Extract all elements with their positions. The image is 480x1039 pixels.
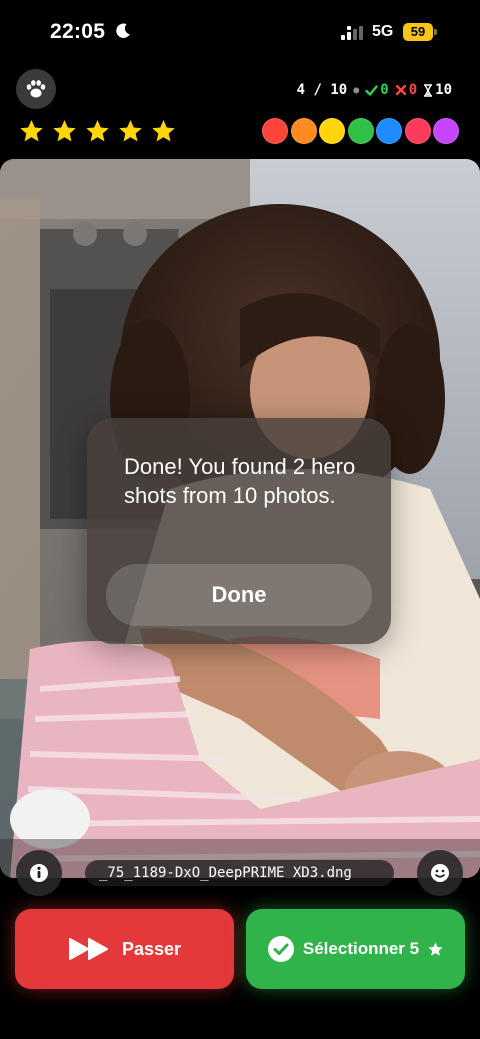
star-icon[interactable] xyxy=(51,118,78,145)
info-icon xyxy=(30,864,48,882)
separator-dot: ● xyxy=(353,84,360,96)
progress-stats: 4 / 10 ● 0 0 10 xyxy=(297,80,452,100)
star-icon[interactable] xyxy=(18,118,45,145)
star-icon[interactable] xyxy=(117,118,144,145)
face-button[interactable] xyxy=(417,850,463,896)
paw-button[interactable] xyxy=(16,69,56,109)
checkmark-icon xyxy=(365,84,378,96)
moon-icon xyxy=(116,23,130,38)
remaining-stat: 10 xyxy=(423,82,452,98)
selected-stat: 0 xyxy=(365,82,389,98)
color-label-dot[interactable] xyxy=(319,118,345,144)
color-label-dot[interactable] xyxy=(404,118,431,144)
smiley-icon xyxy=(431,864,449,882)
status-time: 22:05 xyxy=(50,20,106,43)
app-screen: 22:05 5G 59 4 / 10 ● 0 0 10 Done! You fo… xyxy=(0,0,480,1039)
select-label: Sélectionner 5 xyxy=(302,939,420,958)
color-label-picker xyxy=(262,118,459,144)
star-icon[interactable] xyxy=(84,118,111,145)
remaining-count: 10 xyxy=(435,82,452,98)
fast-forward-icon xyxy=(68,938,108,960)
color-label-dot[interactable] xyxy=(376,118,402,144)
rejected-stat: 0 xyxy=(395,82,417,98)
hourglass-icon xyxy=(423,83,433,97)
paw-icon xyxy=(26,80,46,98)
completion-dialog: Done! You found 2 hero shots from 10 pho… xyxy=(87,418,391,644)
battery-icon: 59 xyxy=(403,23,437,41)
skip-button[interactable]: Passer xyxy=(15,909,234,989)
star-icon[interactable] xyxy=(150,118,177,145)
done-button[interactable]: Done xyxy=(106,564,372,626)
battery-level: 59 xyxy=(403,23,433,41)
color-label-dot[interactable] xyxy=(262,118,288,144)
select-button[interactable]: Sélectionner 5 xyxy=(246,909,465,989)
selected-count: 0 xyxy=(380,82,389,98)
info-button[interactable] xyxy=(16,850,62,896)
checkmark-circle-icon xyxy=(267,936,294,962)
signal-icon xyxy=(341,26,363,40)
progress-counter: 4 / 10 xyxy=(296,82,348,98)
rejected-count: 0 xyxy=(408,82,418,98)
color-label-dot[interactable] xyxy=(290,118,317,144)
status-bar: 22:05 5G 59 xyxy=(0,0,480,64)
dialog-message: Done! You found 2 hero shots from 10 pho… xyxy=(124,454,356,508)
star-icon xyxy=(428,941,443,956)
network-label: 5G xyxy=(372,23,394,40)
rating-stars[interactable] xyxy=(18,118,177,145)
cross-icon xyxy=(395,84,406,96)
color-label-dot[interactable] xyxy=(433,118,459,144)
filename-label: _75_1189-DxO_DeepPRIME XD3.dng xyxy=(85,860,394,886)
skip-label: Passer xyxy=(121,938,182,959)
color-label-dot[interactable] xyxy=(347,118,374,144)
